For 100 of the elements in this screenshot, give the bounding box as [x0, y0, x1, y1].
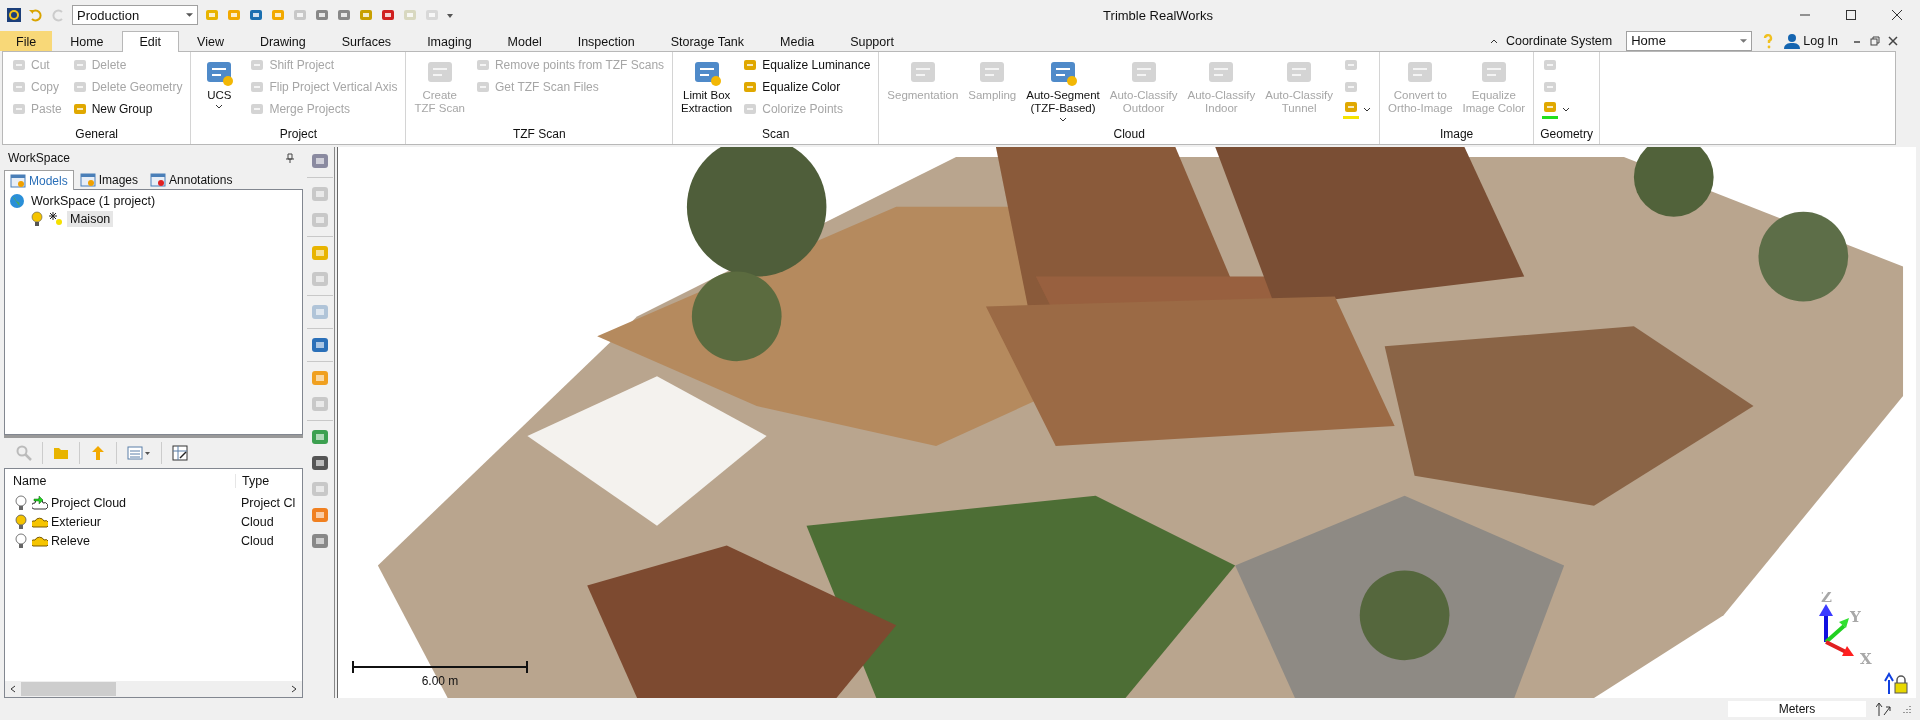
ribbon-button[interactable]: UCS [197, 55, 242, 112]
group-label: Cloud [1112, 127, 1146, 143]
tool-icon [11, 101, 27, 117]
tab-icon [150, 172, 167, 188]
tool-icon [11, 79, 27, 95]
export-icon[interactable] [172, 445, 188, 461]
ribbon-button[interactable]: New Group [69, 99, 185, 119]
tool-icon [1343, 57, 1359, 73]
group-label: Image [1438, 127, 1475, 143]
lightbulb-icon[interactable] [13, 494, 29, 511]
locked-arrow-icon[interactable] [1884, 672, 1908, 694]
tool-icon [742, 57, 759, 73]
dropdown-caret-icon[interactable] [1740, 38, 1748, 43]
ribbon-button[interactable]: Auto-Segment (TZF-Based) [1024, 55, 1102, 125]
resize-grip-icon[interactable] [1902, 704, 1912, 714]
tool-icon [71, 57, 88, 73]
group-label: Project [278, 127, 319, 143]
redo-icon[interactable] [50, 7, 66, 23]
window-title: Trimble RealWorks [1102, 7, 1214, 23]
arrow-tool-icon[interactable] [1876, 701, 1892, 717]
ribbon-button[interactable]: Equalize Color [740, 77, 873, 97]
horizontal-scrollbar[interactable] [5, 681, 302, 697]
sparkle-icon [48, 211, 64, 227]
cloud-arrow-icon [32, 494, 48, 511]
table-cell-text: Cloud [240, 514, 275, 529]
lightbulb-icon[interactable] [29, 211, 45, 227]
tool-icon [249, 101, 266, 117]
ribbon-tab[interactable]: Home [52, 31, 122, 51]
customize-caret-icon[interactable] [446, 11, 454, 19]
axis-label: Y [1850, 608, 1861, 626]
tool-icon [249, 57, 266, 73]
tool-icon [1542, 57, 1559, 73]
coordinate-system-dropdown[interactable]: Home [1626, 30, 1753, 51]
maximize-icon [1846, 10, 1856, 20]
tool-icon [1343, 79, 1359, 95]
panel-tab[interactable]: Images [73, 170, 145, 189]
tool-icon [11, 57, 27, 73]
ribbon-button[interactable] [1341, 99, 1373, 119]
tool-icon [249, 79, 266, 95]
tab-icon [79, 172, 96, 188]
coordinate-system-label: Coordinate System [1505, 33, 1613, 48]
group-label: TZF Scan [511, 127, 567, 143]
panel-title: WorkSpace [8, 151, 70, 165]
list-item[interactable]: Releve [51, 533, 90, 548]
lightbulb-icon[interactable] [13, 513, 29, 530]
ribbon-tab[interactable]: Support [832, 31, 912, 51]
tool-icon [474, 57, 491, 73]
ribbon-tab[interactable]: Imaging [409, 31, 490, 51]
ribbon-tab[interactable]: File [0, 31, 53, 51]
tool-icon [1343, 99, 1359, 115]
group-label: Geometry [1540, 127, 1593, 143]
group-label: Scan [761, 127, 791, 143]
restore-icon[interactable] [1870, 35, 1880, 46]
ribbon-button[interactable]: Equalize Luminance [740, 55, 873, 75]
up-arrow-icon[interactable] [90, 445, 106, 461]
tab-icon [10, 172, 26, 189]
globe-icon [9, 193, 25, 209]
ribbon-tab[interactable]: Storage Tank [652, 31, 763, 51]
table-cell-text: Cloud [240, 533, 275, 548]
scrollbar-thumb[interactable] [21, 682, 116, 696]
panel-tab[interactable]: Models [4, 170, 74, 190]
app-logo-icon[interactable] [6, 7, 22, 23]
list-item[interactable]: Exterieur [51, 514, 102, 529]
ribbon-tab[interactable]: View [179, 31, 242, 51]
tree-item[interactable]: Maison [67, 211, 114, 227]
tool-icon [474, 79, 491, 95]
tool-icon [742, 79, 759, 95]
user-icon [1784, 32, 1801, 49]
column-header[interactable]: Name [5, 474, 235, 488]
scroll-left-icon[interactable] [9, 685, 17, 693]
ribbon-button[interactable]: Limit Box Extraction [679, 55, 735, 117]
list-item[interactable]: Project Cloud [51, 495, 127, 510]
tool-icon [71, 101, 88, 117]
tool-icon [1542, 99, 1559, 115]
lightbulb-icon[interactable] [13, 532, 29, 549]
ribbon-tab[interactable]: Edit [121, 31, 180, 52]
axis-label: X [1860, 650, 1872, 668]
group-label: General [74, 127, 120, 143]
tool-icon [71, 79, 88, 95]
ribbon-tab[interactable]: Inspection [559, 31, 653, 51]
table-cell-text: Project Cl [240, 495, 297, 510]
tree-item[interactable]: WorkSpace (1 project) [28, 193, 159, 209]
column-header[interactable]: Type [235, 474, 302, 488]
units-field: Meters [1728, 701, 1866, 717]
list-view-icon[interactable] [127, 445, 151, 461]
profile-dropdown[interactable]: Production [72, 5, 198, 25]
undo-icon[interactable] [28, 7, 44, 23]
scale-label: 6.00 m [421, 674, 459, 688]
close-icon[interactable] [1888, 35, 1898, 46]
login-button[interactable]: Log In [1784, 32, 1838, 49]
ribbon-tab[interactable]: Drawing [241, 31, 324, 51]
scroll-right-icon[interactable] [290, 685, 298, 693]
ribbon-tab[interactable]: Surfaces [323, 31, 410, 51]
ribbon-tab[interactable]: Model [489, 31, 560, 51]
panel-tab[interactable]: Annotations [144, 170, 239, 189]
dropdown-caret-icon[interactable] [186, 13, 193, 17]
tool-icon [1542, 79, 1559, 95]
ribbon-tab[interactable]: Media [762, 31, 833, 51]
tool-icon [742, 101, 759, 117]
scale-bar-icon [352, 661, 528, 673]
